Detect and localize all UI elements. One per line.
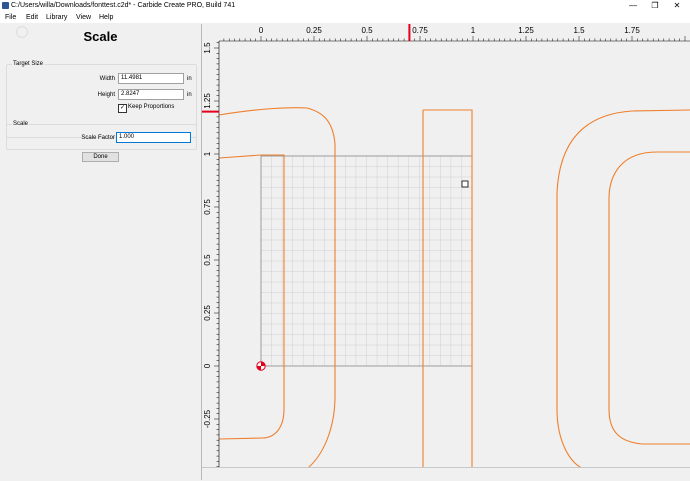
restore-button[interactable]: ❐ <box>644 0 666 12</box>
x-tick-label: 1.25 <box>518 26 534 35</box>
menu-library[interactable]: Library <box>46 13 67 22</box>
y-tick-label: -0.25 <box>203 409 212 428</box>
y-tick-label: 0.5 <box>203 254 212 266</box>
scale-factor-field[interactable]: 1.000 <box>116 132 191 143</box>
x-tick-label: 0.25 <box>306 26 322 35</box>
ruler-corner <box>202 24 219 41</box>
y-tick-label: 0 <box>203 363 212 368</box>
keep-proportions-label: Keep Proportions <box>128 104 175 110</box>
design-canvas[interactable]: 0 0.25 0.5 0.75 1 1.25 1.5 1.75 1.5 1.25 1 0.75 0.5… <box>202 24 690 468</box>
menu-file[interactable]: File <box>5 13 16 22</box>
scale-panel: Scale Target Size Width 11.4981 in Heigh… <box>0 24 202 480</box>
y-tick-label: 0.75 <box>203 199 212 215</box>
close-button[interactable]: ✕ <box>666 0 688 12</box>
canvas-background <box>202 24 690 468</box>
stock-grid <box>260 155 473 367</box>
origin-marker <box>256 361 266 371</box>
width-field[interactable]: 11.4981 <box>118 73 184 84</box>
status-bar <box>202 467 690 481</box>
keep-proportions-checkbox[interactable]: ✓ <box>118 104 127 113</box>
left-ruler[interactable] <box>202 24 219 468</box>
scale-group-label: Scale <box>12 120 30 129</box>
done-button[interactable]: Done <box>82 152 119 162</box>
top-ruler[interactable] <box>202 24 690 41</box>
width-label: Width <box>99 76 115 82</box>
menu-edit[interactable]: Edit <box>26 13 38 22</box>
target-size-label: Target Size <box>12 60 45 69</box>
minimize-button[interactable]: — <box>622 0 644 12</box>
x-tick-label: 1.5 <box>573 26 585 35</box>
menu-view[interactable]: View <box>76 13 91 22</box>
window-title: C:/Users/willa/Downloads/fonttest.c2d* -… <box>11 2 236 9</box>
x-tick-label: 0.75 <box>412 26 428 35</box>
menu-bar: File Edit Library View Help <box>0 12 690 23</box>
scale-group: Scale Scale Factor 1.000 <box>6 120 197 150</box>
menu-help[interactable]: Help <box>99 13 113 22</box>
app-icon <box>2 2 9 9</box>
height-unit: in <box>187 92 192 98</box>
scale-factor-label: Scale Factor <box>81 135 115 141</box>
x-tick-label: 1 <box>471 26 476 35</box>
y-tick-label: 1.5 <box>203 42 212 54</box>
x-tick-label: 0.5 <box>361 26 373 35</box>
height-field[interactable]: 2.8247 <box>118 89 184 100</box>
x-tick-label: 1.75 <box>624 26 640 35</box>
width-unit: in <box>187 76 192 82</box>
height-label: Height <box>97 92 115 98</box>
selection-handle[interactable] <box>461 180 469 188</box>
x-tick-label: 0 <box>259 26 264 35</box>
y-tick-label: 1 <box>203 151 212 156</box>
y-tick-label: 0.25 <box>203 305 212 321</box>
title-bar: C:/Users/willa/Downloads/fonttest.c2d* -… <box>0 0 690 12</box>
panel-title: Scale <box>83 29 118 44</box>
y-tick-label: 1.25 <box>203 93 212 109</box>
